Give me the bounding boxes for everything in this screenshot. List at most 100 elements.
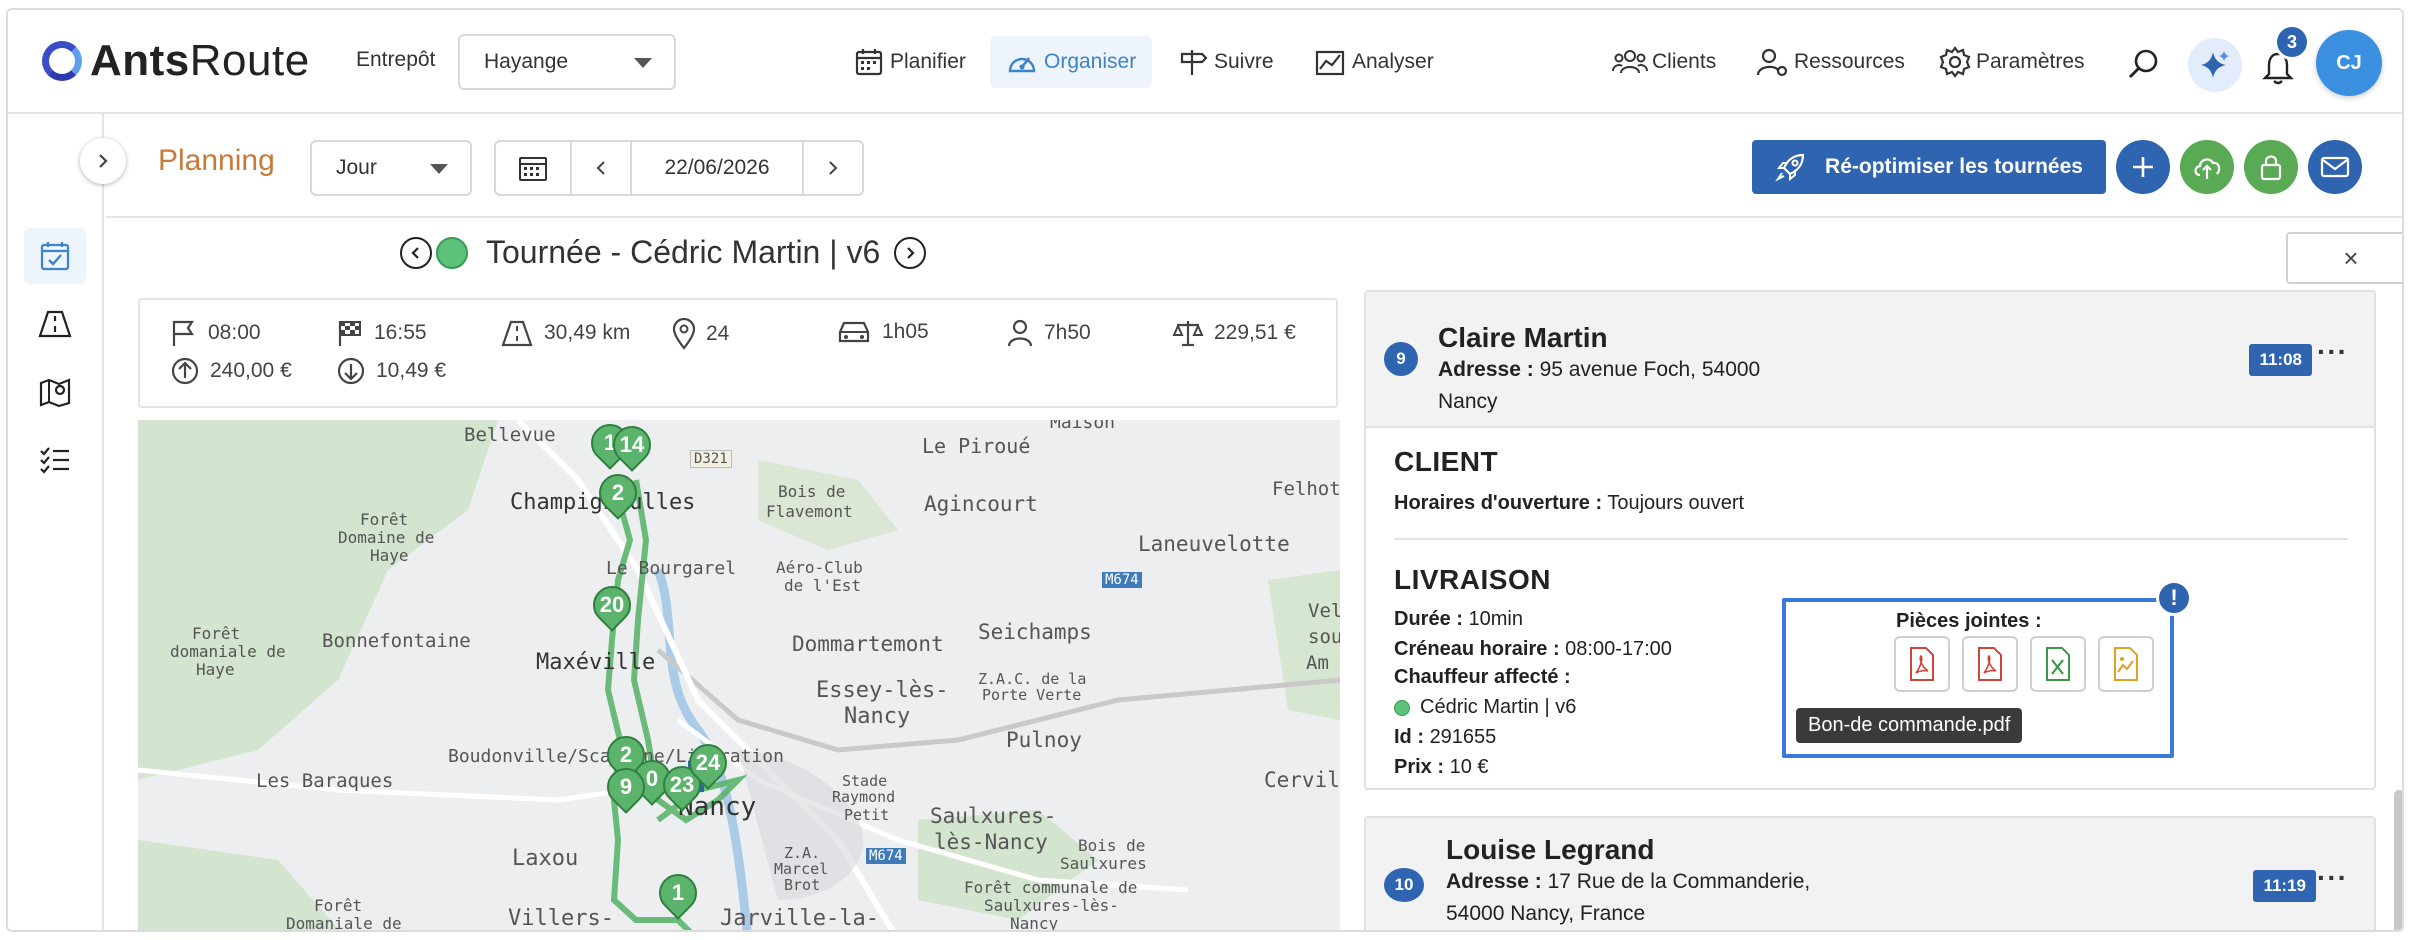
- more-options-button[interactable]: ···: [2317, 862, 2348, 894]
- price-label: Prix :: [1394, 756, 1445, 778]
- delivery-time-window: Créneau horaire : 08:00-17:00: [1394, 638, 1672, 661]
- chart-icon: [1315, 50, 1345, 76]
- ai-assistant-button[interactable]: [2188, 38, 2242, 92]
- map-stop-marker[interactable]: 9: [599, 760, 653, 814]
- cloud-upload-icon: [2194, 158, 2221, 179]
- sidebar-item-checklist[interactable]: [24, 432, 86, 488]
- image-file-icon: [2114, 647, 2138, 681]
- delivery-duration: Durée : 10min: [1394, 608, 1523, 631]
- map-place-label: Petit: [844, 806, 890, 824]
- reoptimize-tours-button[interactable]: Ré-optimiser les tournées: [1752, 140, 2106, 194]
- nav-planifier[interactable]: Planifier: [838, 36, 982, 88]
- next-day-button[interactable]: [804, 142, 862, 194]
- map-place-label: Seichamps: [978, 620, 1092, 644]
- map-marker-label: 14: [619, 432, 645, 457]
- map-place-label: Haye: [196, 660, 235, 679]
- map-place-label: Raymond: [832, 788, 896, 806]
- image-attachment[interactable]: [2098, 636, 2154, 692]
- map-place-label: domaniale de: [170, 642, 286, 661]
- map-canvas: [138, 420, 1340, 930]
- map-place-label: Bois de: [778, 482, 846, 501]
- lock-button[interactable]: [2244, 140, 2298, 194]
- map-place-label: Laxou: [512, 846, 579, 871]
- checklist-icon: [40, 447, 69, 474]
- sidebar-expand-button[interactable]: [80, 138, 126, 184]
- chevron-left-icon: [596, 161, 605, 175]
- date-picker-button[interactable]: [496, 142, 572, 194]
- price-value: 10 €: [1449, 756, 1489, 778]
- map-place-label: Brot: [784, 876, 821, 894]
- stat-drive-time: 1h05: [836, 318, 929, 346]
- map-stop-marker[interactable]: 1: [651, 866, 705, 920]
- nav-ressources[interactable]: Ressources: [1756, 36, 1905, 88]
- map-place-label: Le Piroué: [922, 434, 1031, 458]
- chevron-right-icon: [907, 246, 915, 259]
- chevron-down-icon: [430, 164, 448, 174]
- delivery-id: Id : 291655: [1394, 726, 1496, 749]
- excel-file-icon: [2046, 647, 2070, 681]
- stop-card-header[interactable]: 10 Louise Legrand Adresse : 17 Rue de la…: [1366, 818, 2374, 930]
- nav-suivre[interactable]: Suivre: [1162, 36, 1290, 88]
- pdf-file-icon: [1910, 647, 1934, 681]
- pdf-attachment-2[interactable]: [1962, 636, 2018, 692]
- nav-clients[interactable]: Clients: [1612, 36, 1716, 88]
- planning-toolbar: Planning Jour 22/06/2026 Ré-optimiser le…: [106, 114, 2402, 218]
- arrow-up-circle-icon: [171, 357, 199, 385]
- user-avatar[interactable]: CJ: [2316, 30, 2382, 96]
- map-stop-marker[interactable]: 24: [681, 736, 735, 790]
- email-button[interactable]: [2308, 140, 2362, 194]
- sidebar-item-calendar-check[interactable]: [24, 228, 86, 284]
- search-button[interactable]: [2124, 44, 2164, 84]
- customer-address: Adresse : 95 avenue Foch, 54000 Nancy: [1438, 354, 1858, 418]
- map-stop-marker[interactable]: 20: [585, 578, 639, 632]
- arrow-down-circle-icon: [337, 357, 365, 385]
- gear-icon: [1939, 46, 1971, 78]
- route-map[interactable]: MaisonBellevueD321Le PirouéFelhotChampig…: [138, 420, 1340, 930]
- nav-parametres-label: Paramètres: [1976, 50, 2085, 73]
- stat-stops: 24: [672, 318, 729, 350]
- current-date[interactable]: 22/06/2026: [632, 142, 804, 194]
- stat-work-time: 7h50: [1006, 318, 1091, 348]
- nav-analyser-label: Analyser: [1352, 50, 1434, 73]
- map-marker-label: 20: [599, 592, 625, 617]
- more-options-button[interactable]: ···: [2317, 336, 2348, 368]
- map-place-label: Maison: [1050, 420, 1116, 433]
- page-title: Planning: [158, 144, 275, 177]
- map-place-label: Laneuvelotte: [1138, 532, 1290, 556]
- next-tour-button[interactable]: [894, 236, 927, 269]
- nav-parametres[interactable]: Paramètres: [1938, 36, 2085, 88]
- eta-badge: 11:08: [2249, 344, 2312, 376]
- attachments-box: Pièces jointes : ! Bon-de commande.pdf: [1782, 580, 2192, 758]
- section-divider: [1394, 538, 2348, 540]
- pdf-attachment-1[interactable]: [1894, 636, 1950, 692]
- previous-day-button[interactable]: [572, 142, 632, 194]
- cloud-upload-button[interactable]: [2180, 140, 2234, 194]
- map-place-label: Am: [1306, 652, 1329, 674]
- map-stop-marker[interactable]: 2: [591, 466, 645, 520]
- sidebar-item-map[interactable]: [24, 364, 86, 420]
- panel-scrollbar[interactable]: [2394, 790, 2402, 930]
- view-mode-select[interactable]: Jour: [310, 140, 472, 196]
- app-window: AntsRoute Entrepôt Hayange Planifier Org…: [6, 8, 2404, 932]
- antsroute-logo[interactable]: AntsRoute: [42, 36, 310, 86]
- users-icon: [1612, 50, 1648, 74]
- entrepot-select[interactable]: Hayange: [458, 34, 676, 90]
- reoptimize-label: Ré-optimiser les tournées: [1825, 155, 2083, 178]
- duration-label: Durée :: [1394, 608, 1463, 630]
- road-icon: [501, 320, 533, 347]
- previous-tour-button[interactable]: [400, 236, 432, 269]
- map-place-label: Saulxures-: [930, 804, 1057, 828]
- map-place-label: Essey-lès-: [816, 678, 949, 703]
- nav-analyser[interactable]: Analyser: [1298, 36, 1450, 88]
- calendar-icon: [855, 49, 883, 76]
- lock-icon: [2260, 155, 2282, 181]
- excel-attachment[interactable]: [2030, 636, 2086, 692]
- map-stop-marker[interactable]: 14: [605, 420, 659, 472]
- close-tour-button[interactable]: ×: [2286, 232, 2402, 284]
- sidebar-item-road[interactable]: [24, 296, 86, 352]
- nav-organiser[interactable]: Organiser: [990, 36, 1153, 88]
- map-place-label: Nancy: [844, 704, 911, 729]
- map-place-label: Aéro-Club: [776, 558, 863, 577]
- add-button[interactable]: [2116, 140, 2170, 194]
- stop-card-header[interactable]: 9 Claire Martin Adresse : 95 avenue Foch…: [1366, 292, 2374, 428]
